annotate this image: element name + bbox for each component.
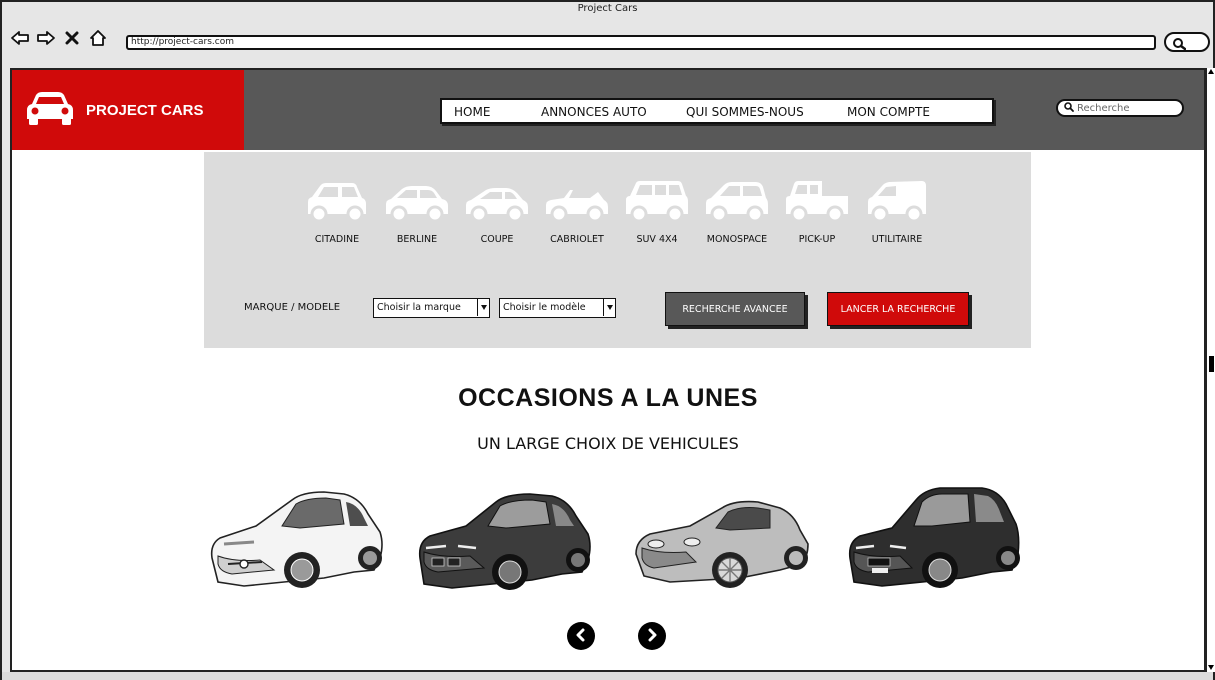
search-icon — [1064, 101, 1074, 115]
dark-hatchback-image — [848, 487, 1020, 588]
featured-car-3[interactable] — [630, 474, 810, 604]
category-suv[interactable]: SUV 4X4 — [617, 178, 697, 245]
vertical-scrollbar[interactable] — [1206, 68, 1215, 672]
model-select[interactable]: Choisir le modèle — [499, 298, 616, 318]
brand-logo[interactable]: PROJECT CARS — [12, 70, 244, 150]
category-utilitaire[interactable]: UTILITAIRE — [857, 178, 937, 245]
category-pickup[interactable]: PICK-UP — [777, 178, 857, 245]
scroll-down-icon[interactable] — [1208, 665, 1214, 670]
category-citadine[interactable]: CITADINE — [297, 178, 377, 245]
category-coupe[interactable]: COUPE — [457, 178, 537, 245]
cabriolet-car-icon — [537, 178, 617, 224]
nav-item-mon-compte[interactable]: MON COMPTE — [847, 105, 930, 119]
page-viewport: PROJECT CARS HOME ANNONCES AUTO QUI SOMM… — [10, 68, 1206, 672]
utilitaire-car-icon — [857, 178, 937, 224]
main-navigation: HOME ANNONCES AUTO QUI SOMMES-NOUS MON C… — [440, 98, 994, 124]
category-label: BERLINE — [396, 234, 438, 245]
nav-item-qui-sommes-nous[interactable]: QUI SOMMES-NOUS — [686, 105, 804, 119]
site-header: PROJECT CARS HOME ANNONCES AUTO QUI SOMM… — [12, 70, 1204, 150]
carousel-prev-button[interactable] — [567, 622, 595, 650]
car-logo-icon — [26, 91, 74, 129]
browser-nav-buttons — [10, 24, 108, 52]
scroll-thumb[interactable] — [1209, 356, 1214, 372]
suv-car-icon — [617, 178, 697, 224]
category-monospace[interactable]: MONOSPACE — [697, 178, 777, 245]
category-label: PICK-UP — [798, 234, 836, 245]
category-cabriolet[interactable]: CABRIOLET — [537, 178, 617, 245]
category-label: SUV 4X4 — [636, 234, 678, 245]
featured-car-1[interactable] — [204, 474, 384, 604]
chevron-down-icon — [603, 299, 615, 316]
featured-car-4[interactable] — [842, 474, 1022, 604]
status-bar — [2, 672, 1213, 680]
chevron-left-icon — [574, 627, 588, 646]
nav-item-home[interactable]: HOME — [454, 105, 490, 119]
nav-item-annonces-auto[interactable]: ANNONCES AUTO — [541, 105, 647, 119]
featured-title: OCCASIONS A LA UNES — [458, 384, 758, 412]
site-search-input[interactable]: Recherche — [1056, 99, 1184, 117]
monospace-car-icon — [697, 178, 777, 224]
category-label: COUPE — [480, 234, 514, 245]
featured-car-2[interactable] — [412, 474, 592, 604]
browser-search-button[interactable] — [1164, 32, 1210, 52]
address-bar[interactable]: http://project-cars.com — [126, 35, 1156, 50]
search-icon — [1172, 36, 1187, 55]
brand-name: PROJECT CARS — [86, 101, 204, 119]
model-select-value: Choisir le modèle — [503, 302, 586, 313]
advanced-search-button[interactable]: RECHERCHE AVANCEE — [665, 292, 805, 326]
launch-search-button[interactable]: LANCER LA RECHERCHE — [827, 292, 969, 326]
home-icon[interactable] — [88, 28, 108, 48]
white-coupe-image — [210, 491, 383, 588]
category-berline[interactable]: BERLINE — [377, 178, 457, 245]
citadine-car-icon — [297, 178, 377, 224]
brand-model-label: MARQUE / MODELE — [244, 302, 341, 313]
category-label: CABRIOLET — [550, 234, 604, 245]
berline-car-icon — [377, 178, 457, 224]
silver-sports-car-image — [635, 500, 809, 588]
close-icon[interactable] — [62, 28, 82, 48]
scroll-up-icon[interactable] — [1208, 69, 1214, 74]
vehicle-filter-panel: CITADINE BERLINE COUPE CABRIOLET SUV 4X4… — [204, 152, 1031, 348]
dark-sedan-image — [418, 493, 591, 590]
pickup-car-icon — [777, 178, 857, 224]
chevron-down-icon — [477, 299, 489, 316]
category-label: MONOSPACE — [706, 234, 768, 245]
chevron-right-icon — [645, 627, 659, 646]
back-icon[interactable] — [10, 28, 30, 48]
browser-window: Project Cars http://project-cars.com PRO… — [0, 0, 1215, 680]
brand-select-value: Choisir la marque — [377, 302, 461, 313]
featured-subtitle: UN LARGE CHOIX DE VEHICULES — [477, 434, 739, 453]
window-title: Project Cars — [577, 3, 638, 14]
forward-icon[interactable] — [36, 28, 56, 48]
category-label: CITADINE — [314, 234, 360, 245]
carousel-next-button[interactable] — [638, 622, 666, 650]
search-placeholder: Recherche — [1077, 102, 1130, 114]
coupe-car-icon — [457, 178, 537, 224]
brand-select[interactable]: Choisir la marque — [373, 298, 490, 318]
category-label: UTILITAIRE — [871, 234, 923, 245]
